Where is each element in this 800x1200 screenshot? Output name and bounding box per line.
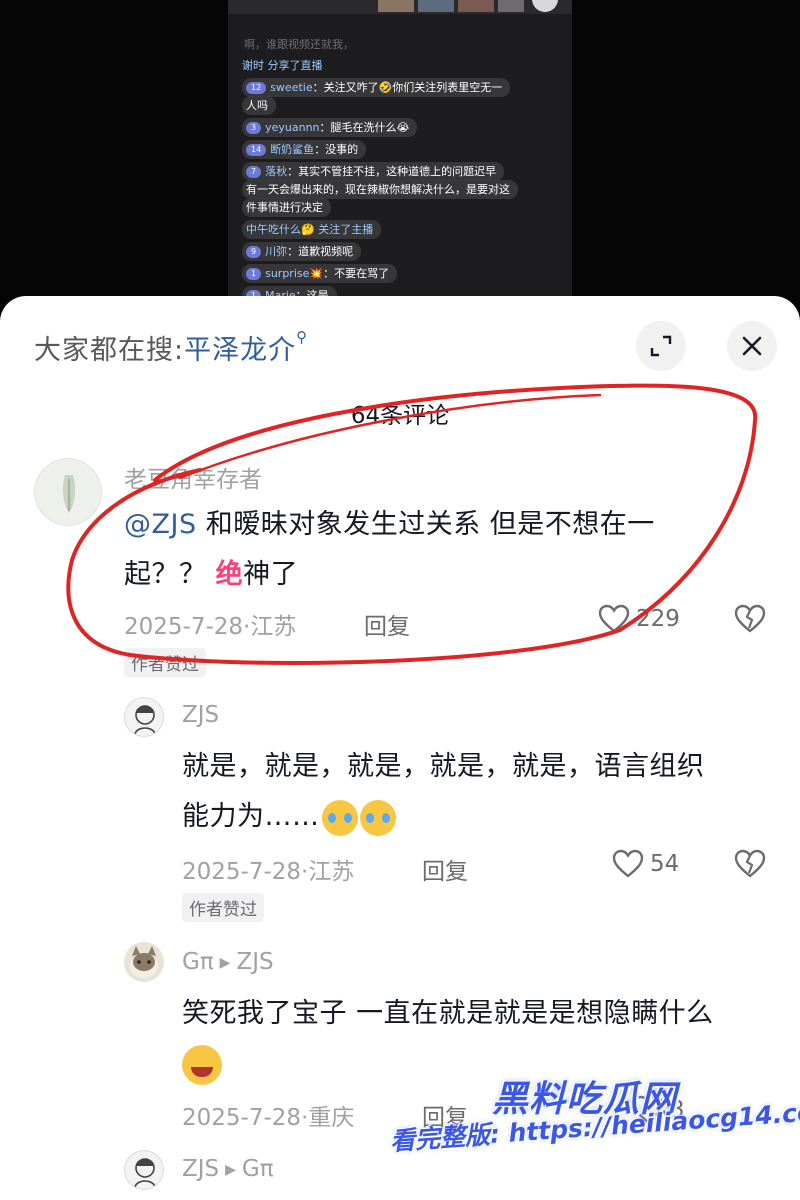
chat-message: 1 surprise💥：不要在骂了: [242, 264, 398, 283]
stream-avatar-icon: [532, 0, 558, 12]
reply-author[interactable]: Gπ: [182, 949, 214, 975]
stream-top-strip: [228, 0, 572, 14]
reply-button[interactable]: 回复: [422, 852, 468, 886]
comment-text: 就是，就是，就是，就是，就是，语言组织 能力为……: [182, 742, 782, 842]
avatar[interactable]: [124, 942, 164, 982]
mention-link[interactable]: @ZJS: [124, 509, 197, 540]
fan-level-badge: 14: [246, 144, 267, 156]
laughing-emoji-icon: [182, 1044, 222, 1085]
author-liked-badge: 作者赞过: [124, 648, 206, 677]
comment-text: 笑死我了宝子 一直在就是就是是想隐瞒什么: [182, 989, 782, 1089]
heart-icon: [612, 849, 644, 878]
avatar[interactable]: [124, 1150, 164, 1190]
dislike-button[interactable]: [734, 849, 766, 883]
hot-word: 绝: [215, 559, 244, 590]
chat-message-cont: 有一天会爆出来的，现在辣椒你想解决什么，是要对这: [242, 180, 518, 199]
comment-date-location: 2025-7-28·江苏: [124, 614, 297, 640]
fan-level-badge: 1: [246, 268, 262, 280]
close-button[interactable]: [727, 321, 777, 371]
reply-target[interactable]: ZJS: [236, 949, 273, 975]
comment-username: Gπ ▶ ZJS: [182, 949, 274, 975]
comment-date-location: 2025-7-28·重庆: [182, 1105, 355, 1131]
chat-message: 12 sweetie：关注又咋了🤣你们关注列表里空无一: [242, 78, 511, 97]
chat-message-cont: 件事情进行决定: [242, 198, 331, 217]
avatar[interactable]: [124, 697, 164, 737]
reply-author[interactable]: ZJS: [182, 1156, 219, 1182]
comment-username[interactable]: ZJS: [182, 702, 219, 728]
close-icon: [742, 336, 762, 356]
search-term-link[interactable]: 平泽龙介: [184, 335, 296, 366]
chat-message: 中午吃什么🤔 关注了主播: [242, 220, 382, 239]
crying-emoji-icon: [321, 799, 358, 836]
fan-level-badge: 12: [246, 82, 267, 94]
fan-level-badge: 7: [246, 166, 262, 178]
chat-message: 14 断奶鲨鱼：没事的: [242, 140, 367, 159]
chat-message-cont: 人吗: [242, 96, 276, 115]
fan-level-badge: 3: [246, 122, 262, 134]
expand-icon: [650, 335, 672, 357]
comment-text: @ZJS 和暧昧对象发生过关系 但是不想在一 起？？ 绝神了: [124, 509, 655, 590]
chat-faded-line: 啊，谁跟视频还就我，: [244, 38, 354, 51]
search-icon: ⚲: [296, 328, 309, 346]
chat-message: 谢时 分享了直播: [242, 59, 323, 72]
search-suggestion: 大家都在搜:平泽龙介⚲: [34, 328, 308, 367]
fan-level-badge: 9: [246, 246, 262, 258]
comment-count-title: 64条评论: [350, 403, 450, 429]
chat-message: 7 落秋：其实不管挂不挂，这种道德上的问题迟早: [242, 162, 505, 181]
chat-message: 9 川弥：道歉视频呢: [242, 242, 362, 261]
live-stream-video[interactable]: 啊，谁跟视频还就我， 谢时 分享了直播 12 sweetie：关注又咋了🤣你们关注…: [228, 0, 572, 320]
live-stream-area: 啊，谁跟视频还就我， 谢时 分享了直播 12 sweetie：关注又咋了🤣你们关注…: [0, 0, 800, 320]
like-button[interactable]: 54: [612, 849, 679, 879]
author-liked-badge: 作者赞过: [182, 893, 264, 922]
broken-heart-icon: [734, 849, 766, 878]
comment-username: ZJS ▶ Gπ: [182, 1156, 274, 1182]
comment-username[interactable]: 老豆角幸存者: [124, 460, 262, 494]
avatar[interactable]: [34, 458, 102, 526]
reply-target[interactable]: Gπ: [242, 1156, 274, 1182]
expand-button[interactable]: [636, 321, 686, 371]
heart-icon: [598, 604, 630, 633]
like-count: 229: [636, 606, 680, 632]
reply-button[interactable]: 回复: [364, 607, 410, 641]
crying-emoji-icon: [359, 799, 396, 836]
reply-arrow-icon: ▶: [225, 1161, 236, 1178]
search-prefix: 大家都在搜:: [34, 335, 185, 366]
reply-arrow-icon: ▶: [219, 954, 231, 971]
comment-sheet: 大家都在搜:平泽龙介⚲ 64条评论 老豆角幸存者 @ZJS 和暧昧对象发生过关系…: [0, 296, 800, 1200]
comment-date-location: 2025-7-28·江苏: [182, 859, 355, 885]
like-count: 54: [650, 851, 680, 877]
dislike-button[interactable]: [734, 604, 766, 638]
like-button[interactable]: 229: [598, 604, 680, 634]
broken-heart-icon: [734, 604, 766, 633]
chat-message: 3 yeyuannn：腿毛在洗什么😭: [242, 118, 418, 137]
